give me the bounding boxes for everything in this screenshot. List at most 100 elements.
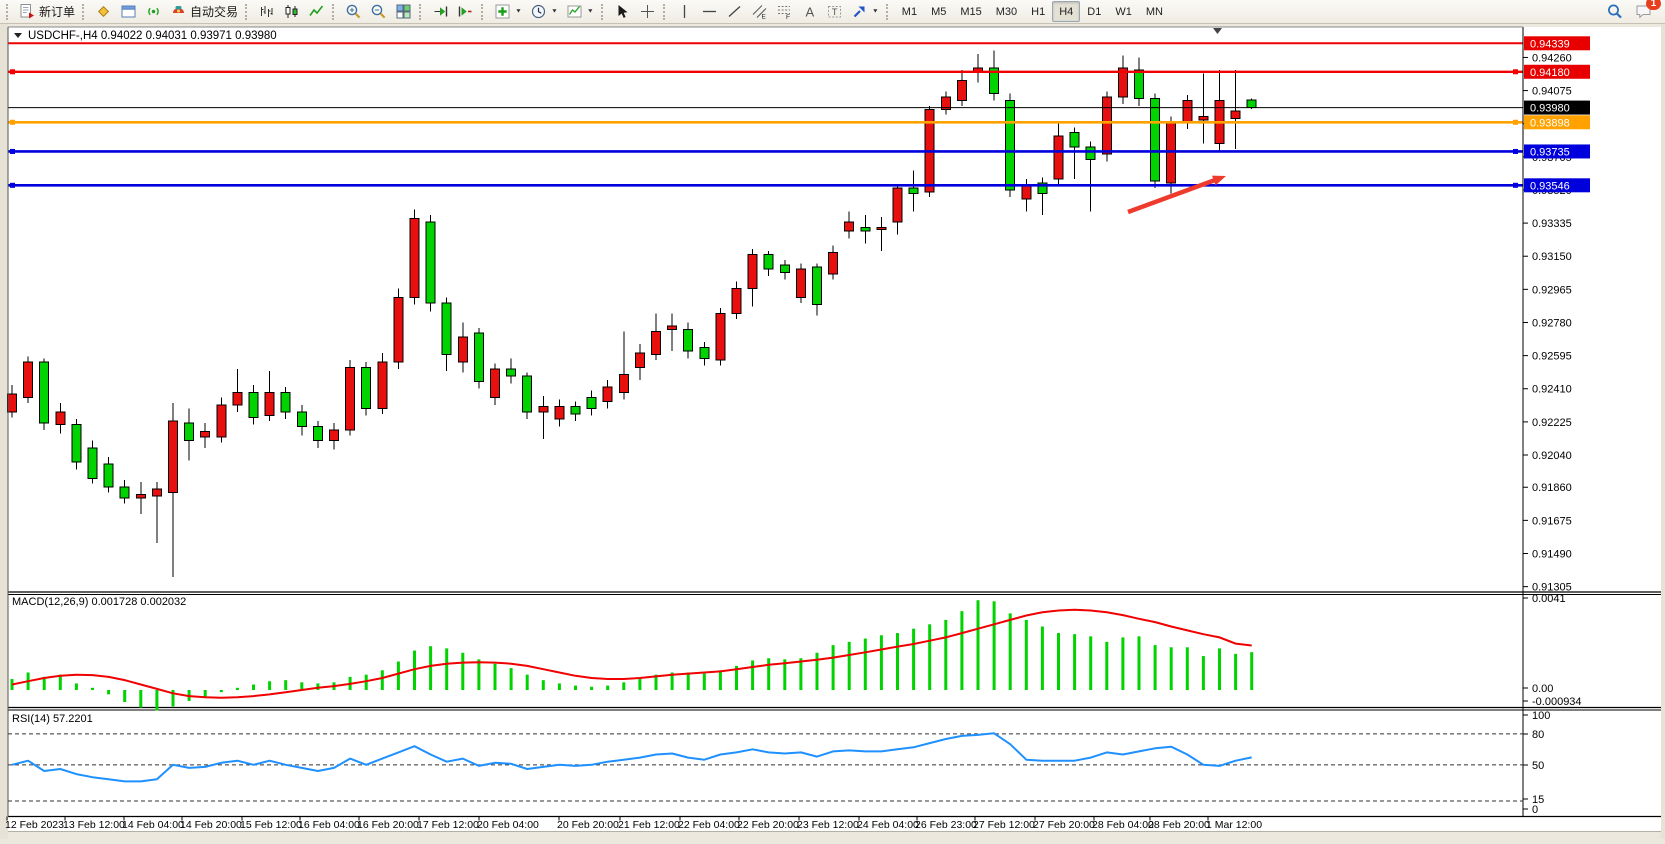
candle-bull[interactable] bbox=[668, 326, 677, 330]
candle-bull[interactable] bbox=[394, 297, 403, 361]
timeframe-mn[interactable]: MN bbox=[1139, 1, 1170, 22]
data-window-button[interactable] bbox=[116, 0, 141, 23]
strategy-signal-button[interactable] bbox=[141, 0, 166, 23]
cursor-button[interactable] bbox=[610, 0, 635, 23]
candle-bull[interactable] bbox=[410, 219, 419, 298]
candle-bull[interactable] bbox=[169, 421, 178, 493]
candle-bear[interactable] bbox=[587, 398, 596, 409]
candle-bull[interactable] bbox=[1199, 117, 1208, 121]
candle-bear[interactable] bbox=[1006, 100, 1015, 190]
candle-bull[interactable] bbox=[233, 392, 242, 405]
candle-bear[interactable] bbox=[700, 348, 709, 359]
candle-bear[interactable] bbox=[764, 254, 773, 268]
candle-bull[interactable] bbox=[458, 337, 467, 362]
candle-bear[interactable] bbox=[507, 369, 516, 376]
toolbar-grip[interactable] bbox=[82, 4, 86, 20]
candle-bull[interactable] bbox=[1183, 100, 1192, 121]
timeframe-d1[interactable]: D1 bbox=[1080, 1, 1108, 22]
candle-bull[interactable] bbox=[539, 407, 548, 412]
candle-bear[interactable] bbox=[909, 188, 918, 193]
chart-title[interactable]: USDCHF-,H4 0.94022 0.94031 0.93971 0.939… bbox=[14, 30, 277, 42]
line-handle[interactable] bbox=[1513, 149, 1518, 154]
timeframe-w1[interactable]: W1 bbox=[1108, 1, 1139, 22]
candle-bear[interactable] bbox=[313, 426, 322, 440]
candle-bull[interactable] bbox=[1022, 185, 1031, 199]
dropdown-caret-icon[interactable]: ▼ bbox=[587, 9, 594, 15]
candle-bull[interactable] bbox=[829, 253, 838, 274]
market-watch-button[interactable] bbox=[91, 0, 116, 23]
candlestick-chart-button[interactable] bbox=[279, 0, 304, 23]
timeframe-m30[interactable]: M30 bbox=[989, 1, 1024, 22]
toolbar-grip[interactable] bbox=[886, 4, 890, 20]
zoom-out-button[interactable] bbox=[366, 0, 391, 23]
periods-button[interactable]: ▼ bbox=[526, 0, 562, 23]
auto-trading-button[interactable]: 自动交易 bbox=[166, 0, 242, 23]
line-chart-button[interactable] bbox=[304, 0, 329, 23]
candle-bull[interactable] bbox=[652, 331, 661, 354]
candle-bear[interactable] bbox=[72, 425, 81, 463]
zoom-in-button[interactable] bbox=[341, 0, 366, 23]
auto-scroll-button[interactable] bbox=[428, 0, 453, 23]
timeframe-m15[interactable]: M15 bbox=[953, 1, 988, 22]
line-handle[interactable] bbox=[10, 149, 15, 154]
toolbar-grip[interactable] bbox=[481, 4, 485, 20]
candle-bear[interactable] bbox=[104, 464, 113, 487]
candle-bull[interactable] bbox=[732, 288, 741, 313]
timeframe-m5[interactable]: M5 bbox=[924, 1, 953, 22]
candle-bear[interactable] bbox=[813, 267, 822, 305]
candle-bull[interactable] bbox=[330, 430, 339, 441]
candle-bull[interactable] bbox=[893, 188, 902, 222]
toolbar-grip[interactable] bbox=[6, 4, 10, 20]
line-handle[interactable] bbox=[10, 69, 15, 74]
candle-bear[interactable] bbox=[1247, 100, 1256, 108]
toolbar-grip[interactable] bbox=[245, 4, 249, 20]
tile-windows-button[interactable] bbox=[391, 0, 416, 23]
candle-bear[interactable] bbox=[474, 333, 483, 381]
candle-bull[interactable] bbox=[845, 222, 854, 231]
candle-bear[interactable] bbox=[120, 487, 129, 498]
candle-bull[interactable] bbox=[957, 81, 966, 101]
candle-bull[interactable] bbox=[1231, 111, 1240, 118]
candle-bull[interactable] bbox=[8, 394, 17, 412]
toolbar-grip[interactable] bbox=[663, 4, 667, 20]
vertical-line-button[interactable] bbox=[672, 0, 697, 23]
line-handle[interactable] bbox=[1513, 120, 1518, 125]
candle-bear[interactable] bbox=[780, 265, 789, 272]
candle-bear[interactable] bbox=[40, 362, 49, 423]
candle-bull[interactable] bbox=[635, 353, 644, 367]
candle-bear[interactable] bbox=[1070, 133, 1079, 147]
candle-bear[interactable] bbox=[426, 222, 435, 303]
line-handle[interactable] bbox=[1513, 183, 1518, 188]
candle-bull[interactable] bbox=[136, 494, 145, 498]
text-button[interactable]: A bbox=[797, 0, 822, 23]
candle-bear[interactable] bbox=[249, 392, 258, 417]
timeframe-h4[interactable]: H4 bbox=[1052, 1, 1080, 22]
dropdown-caret-icon[interactable]: ▼ bbox=[551, 9, 558, 15]
candle-bear[interactable] bbox=[88, 448, 97, 478]
chart-shift-button[interactable] bbox=[453, 0, 478, 23]
indicators-button[interactable]: ▼ bbox=[490, 0, 526, 23]
candle-bear[interactable] bbox=[442, 303, 451, 355]
line-handle[interactable] bbox=[10, 183, 15, 188]
candle-bull[interactable] bbox=[796, 269, 805, 298]
candle-bear[interactable] bbox=[362, 367, 371, 408]
trendline-button[interactable] bbox=[722, 0, 747, 23]
crosshair-button[interactable] bbox=[635, 0, 660, 23]
candle-bull[interactable] bbox=[1102, 97, 1111, 154]
candle-bear[interactable] bbox=[281, 392, 290, 412]
candle-bear[interactable] bbox=[684, 330, 693, 351]
equidistant-channel-button[interactable]: E bbox=[747, 0, 772, 23]
line-handle[interactable] bbox=[1513, 69, 1518, 74]
text-label-button[interactable]: T bbox=[822, 0, 847, 23]
dropdown-caret-icon[interactable]: ▼ bbox=[515, 9, 522, 15]
new-order-button[interactable]: 新订单 bbox=[15, 0, 79, 23]
templates-button[interactable]: ▼ bbox=[562, 0, 598, 23]
candle-bull[interactable] bbox=[716, 314, 725, 361]
candle-bull[interactable] bbox=[491, 369, 500, 398]
chart-area[interactable]: 0.942600.940750.938900.937050.935200.933… bbox=[0, 24, 1665, 839]
dropdown-caret-icon[interactable]: ▼ bbox=[872, 9, 879, 15]
usdchf-chart[interactable]: 0.942600.940750.938900.937050.935200.933… bbox=[0, 24, 1665, 839]
search-button[interactable] bbox=[1602, 0, 1627, 23]
candle-bear[interactable] bbox=[1086, 147, 1095, 160]
toolbar-grip[interactable] bbox=[419, 4, 423, 20]
